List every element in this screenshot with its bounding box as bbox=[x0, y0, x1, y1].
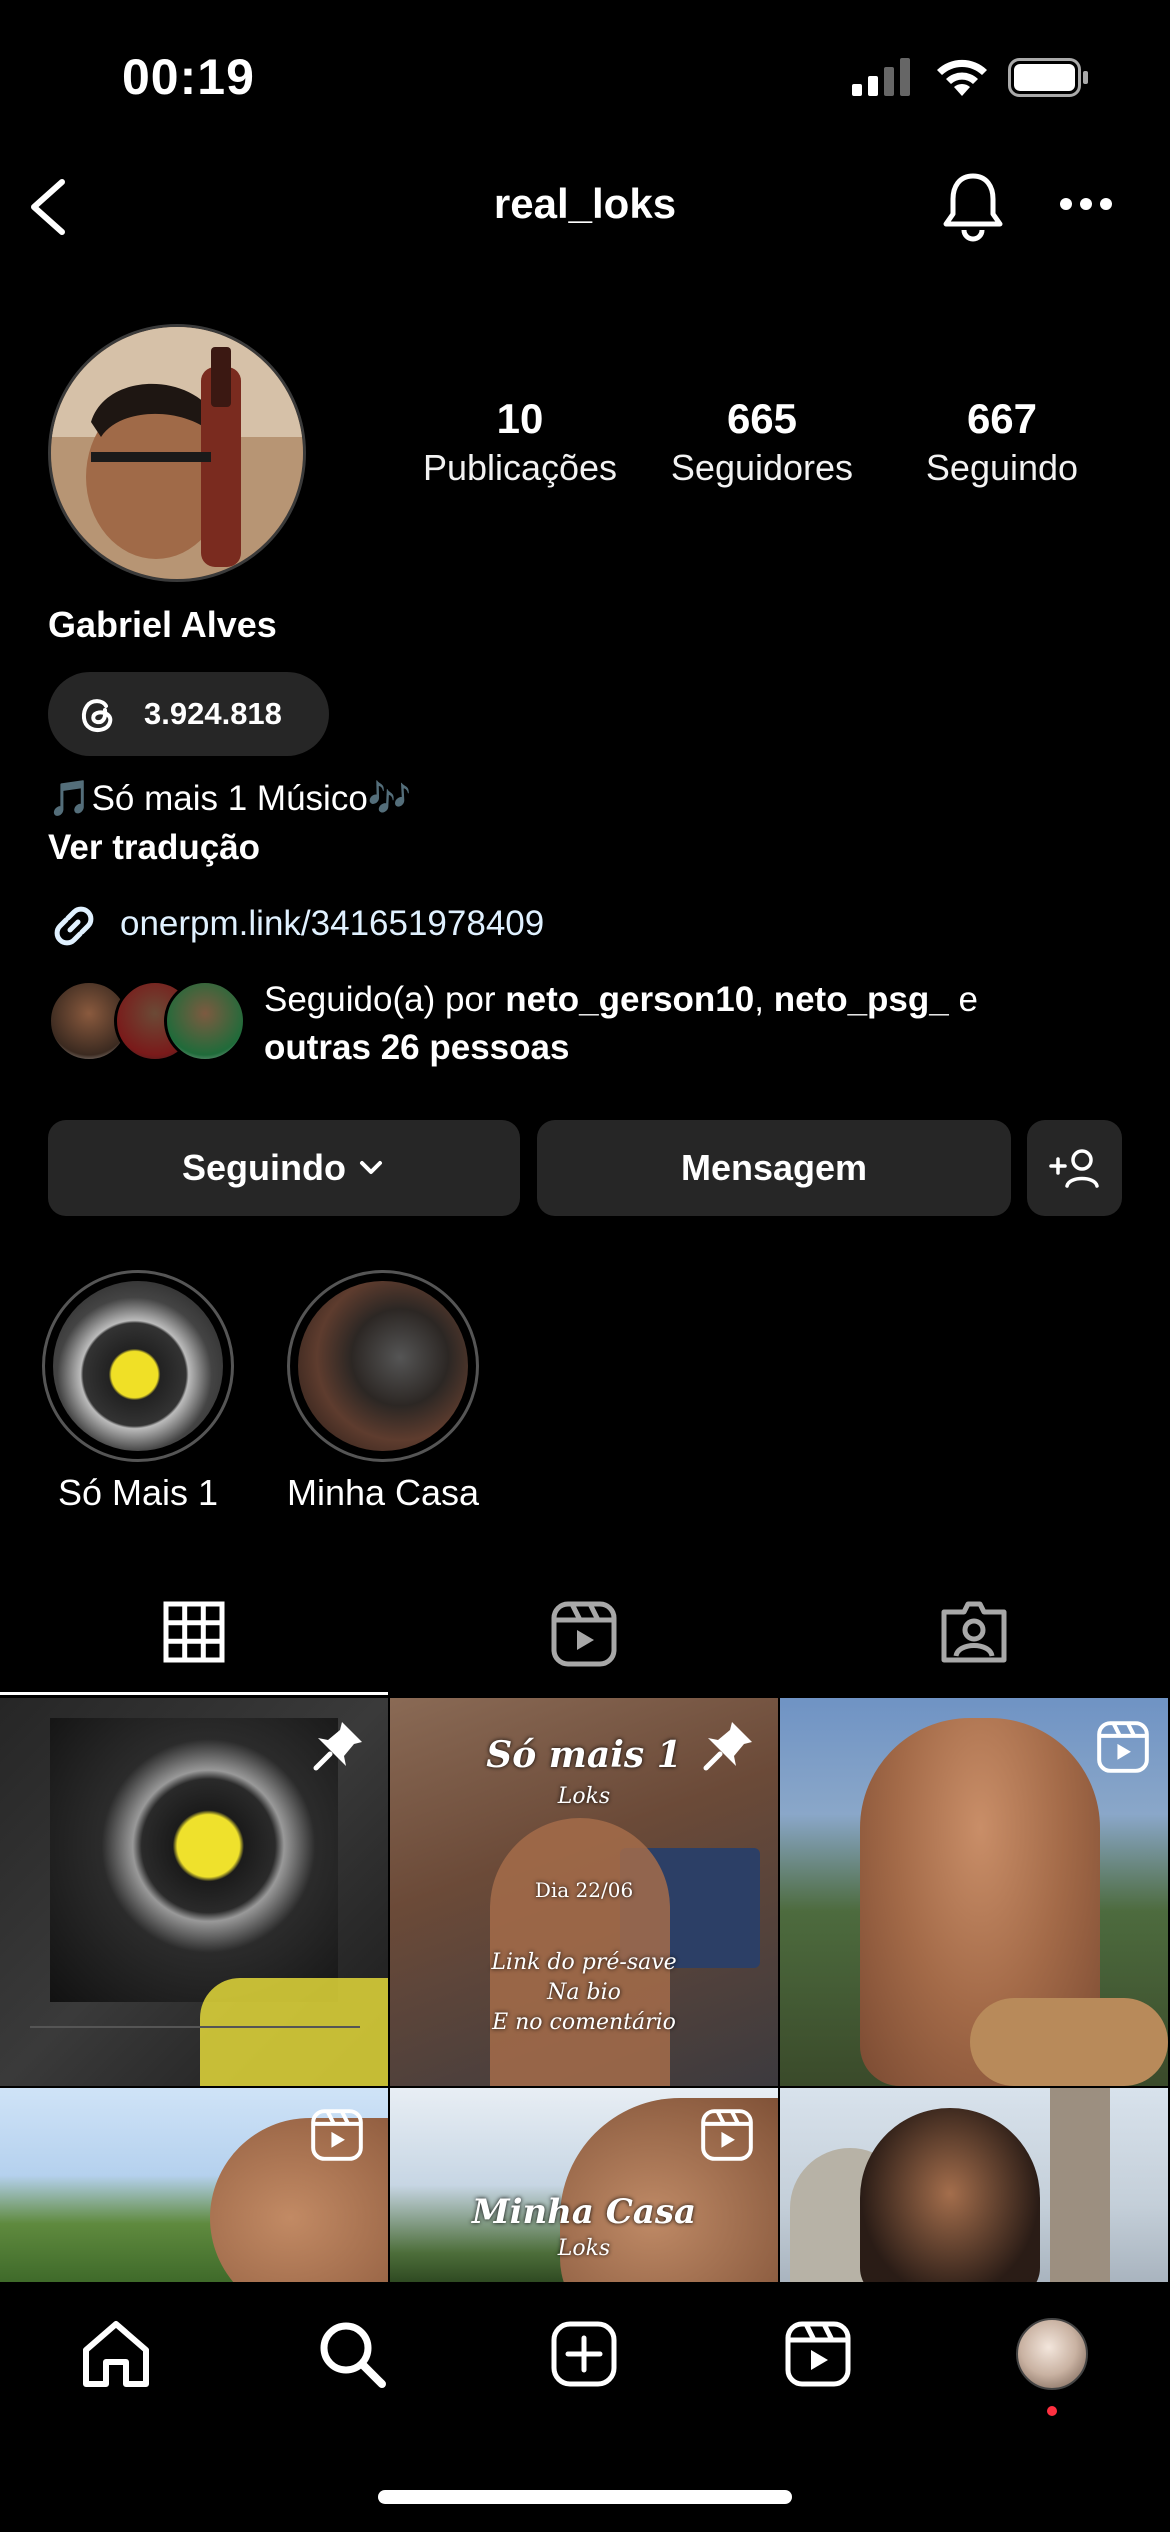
profile-avatar[interactable] bbox=[48, 324, 306, 582]
notification-bell-icon[interactable] bbox=[940, 170, 1006, 242]
following-count: 667 bbox=[966, 395, 1038, 442]
post-2-line-3: E no comentário bbox=[492, 2010, 676, 2035]
status-time: 00:19 bbox=[122, 49, 255, 105]
post-2-line-1: Link do pré-save bbox=[491, 1950, 677, 1975]
followed-by-separator: , bbox=[754, 980, 774, 1019]
reels-tab-icon[interactable] bbox=[550, 1600, 618, 1668]
post-2-artist: Loks bbox=[557, 1784, 611, 1809]
following-button-label: Seguindo bbox=[182, 1147, 346, 1188]
post-tile-3[interactable] bbox=[780, 1698, 1168, 2086]
threads-badge[interactable]: 3.924.818 bbox=[48, 672, 329, 756]
post-tile-6[interactable] bbox=[780, 2088, 1168, 2282]
reel-badge-icon bbox=[701, 2109, 753, 2161]
post-tile-2[interactable]: Só mais 1 Loks Dia 22/06 Link do pré-sav… bbox=[390, 1698, 778, 2086]
reel-badge-icon bbox=[1097, 1721, 1149, 1773]
threads-count: 3.924.818 bbox=[144, 696, 282, 731]
display-name: Gabriel Alves bbox=[48, 604, 277, 645]
followed-by-user-2: neto_psg_ bbox=[773, 980, 949, 1019]
profile-nav-avatar[interactable] bbox=[1016, 2318, 1088, 2390]
posts-label: Publicações bbox=[422, 447, 618, 488]
home-icon[interactable] bbox=[80, 2318, 152, 2390]
reels-nav-icon[interactable] bbox=[784, 2320, 852, 2388]
post-tile-1[interactable] bbox=[0, 1698, 388, 2086]
highlight-1-label: Só Mais 1 bbox=[57, 1472, 219, 1513]
translate-link[interactable]: Ver tradução bbox=[48, 828, 260, 868]
followed-by-text[interactable]: Seguido(a) por neto_gerson10, neto_psg_ … bbox=[264, 976, 1064, 1072]
bio-text: 🎵Só mais 1 Músico🎶 bbox=[48, 779, 412, 818]
following-button[interactable]: Seguindo bbox=[48, 1120, 520, 1216]
message-button-label: Mensagem bbox=[680, 1147, 868, 1188]
post-tile-4[interactable] bbox=[0, 2088, 388, 2282]
post-5-title: Minha Casa bbox=[471, 2192, 697, 2232]
post-5-artist: Loks bbox=[557, 2236, 611, 2261]
followed-by-prefix: Seguido(a) por bbox=[264, 980, 506, 1019]
stat-followers[interactable]: 665 Seguidores bbox=[647, 395, 877, 489]
bio-link[interactable]: onerpm.link/341651978409 bbox=[120, 904, 544, 944]
more-options-icon[interactable] bbox=[1058, 196, 1114, 212]
follower-avatar-3[interactable] bbox=[164, 980, 246, 1062]
home-indicator[interactable] bbox=[378, 2490, 792, 2504]
wifi-icon bbox=[937, 59, 987, 96]
pinned-icon bbox=[313, 1722, 362, 1771]
followed-by-and: e bbox=[948, 980, 978, 1019]
highlight-2[interactable] bbox=[287, 1270, 479, 1462]
battery-icon bbox=[1008, 58, 1088, 97]
post-2-date: Dia 22/06 bbox=[534, 1878, 634, 1902]
followers-label: Seguidores bbox=[670, 447, 854, 488]
chevron-down-icon bbox=[360, 1161, 382, 1174]
reel-badge-icon bbox=[311, 2109, 363, 2161]
suggest-people-button[interactable] bbox=[1027, 1120, 1122, 1216]
post-tile-5[interactable]: Minha Casa Loks bbox=[390, 2088, 778, 2282]
add-person-icon bbox=[1048, 1149, 1099, 1188]
link-icon bbox=[54, 906, 94, 946]
tagged-tab-icon[interactable] bbox=[940, 1598, 1008, 1666]
followed-by-others: outras 26 pessoas bbox=[264, 1028, 570, 1067]
highlight-1[interactable] bbox=[42, 1270, 234, 1462]
pinned-icon bbox=[703, 1722, 752, 1771]
stat-following[interactable]: 667 Seguindo bbox=[887, 395, 1117, 489]
followed-by-user-1: neto_gerson10 bbox=[505, 980, 755, 1019]
post-2-line-2: Na bio bbox=[547, 1980, 621, 2005]
notification-dot bbox=[1047, 2406, 1057, 2416]
stat-posts[interactable]: 10 Publicações bbox=[405, 395, 635, 489]
grid-tab-icon[interactable] bbox=[162, 1600, 226, 1664]
active-tab-indicator bbox=[0, 1692, 388, 1695]
cellular-signal-icon bbox=[852, 58, 910, 96]
message-button[interactable]: Mensagem bbox=[537, 1120, 1011, 1216]
highlight-2-label: Minha Casa bbox=[286, 1472, 480, 1513]
threads-icon bbox=[81, 699, 113, 732]
create-post-icon[interactable] bbox=[550, 2320, 618, 2388]
posts-count: 10 bbox=[496, 395, 544, 442]
followers-count: 665 bbox=[726, 395, 798, 442]
following-label: Seguindo bbox=[925, 447, 1079, 488]
search-icon[interactable] bbox=[316, 2318, 388, 2390]
